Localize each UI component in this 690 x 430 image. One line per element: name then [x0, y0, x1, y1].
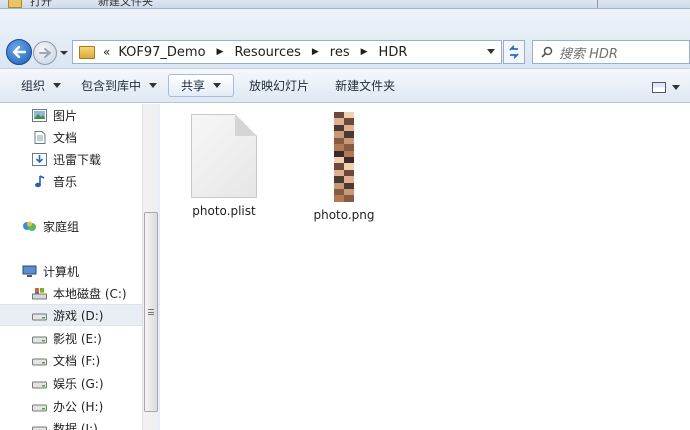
- drive-icon: [32, 358, 47, 365]
- slideshow-label: 放映幻灯片: [249, 79, 310, 93]
- nav-item-documents[interactable]: 文档: [0, 126, 142, 148]
- nav-item-label: 迅雷下载: [53, 152, 102, 167]
- drive-icon: [32, 381, 47, 388]
- nav-item-label: 图片: [53, 108, 78, 123]
- address-history-dropdown[interactable]: [487, 49, 495, 54]
- arrow-right-icon: [39, 48, 51, 58]
- grip-icon: [148, 309, 154, 315]
- pictures-icon: [32, 108, 47, 122]
- nav-item-music[interactable]: 音乐: [0, 170, 142, 192]
- nav-item-drive-h[interactable]: 办公 (H:): [0, 395, 142, 417]
- system-drive-icon: [32, 287, 47, 299]
- address-overflow-chevron[interactable]: «: [103, 45, 110, 59]
- top-strip-new-folder[interactable]: 新建文件夹: [98, 0, 153, 8]
- file-item-photo-png[interactable]: photo.png: [299, 112, 389, 222]
- homegroup-icon: [23, 221, 36, 231]
- nav-item-pictures[interactable]: 图片: [0, 104, 142, 126]
- folder-icon: [79, 45, 95, 59]
- breadcrumb-separator[interactable]: ▶: [361, 47, 368, 57]
- nav-item-homegroup[interactable]: 家庭组: [0, 215, 142, 237]
- share-button[interactable]: 共享: [168, 74, 235, 97]
- nav-scrollbar-thumb[interactable]: [144, 212, 158, 412]
- address-row: « KOF97_Demo ▶ Resources ▶ res ▶ HDR 搜索 …: [0, 9, 690, 68]
- chevron-down-icon: [53, 83, 62, 88]
- nav-item-label: 游戏 (D:): [53, 308, 104, 323]
- top-strip-divider: [597, 0, 607, 8]
- breadcrumb-kof97-demo[interactable]: KOF97_Demo: [118, 45, 205, 60]
- page-fold: [235, 114, 257, 136]
- breadcrumb-separator[interactable]: ▶: [217, 47, 224, 57]
- new-folder-button[interactable]: 新建文件夹: [326, 74, 404, 97]
- image-strip-icon: [334, 112, 354, 202]
- back-button[interactable]: [6, 39, 32, 65]
- refresh-icon: [509, 45, 519, 59]
- nav-item-drive-c[interactable]: 本地磁盘 (C:): [0, 282, 142, 304]
- nav-item-label: 文档: [53, 130, 78, 145]
- forward-button[interactable]: [33, 41, 57, 65]
- nav-item-computer[interactable]: 计算机: [0, 260, 142, 282]
- organize-button[interactable]: 组织: [12, 74, 70, 97]
- new-folder-label: 新建文件夹: [335, 79, 396, 93]
- nav-item-drive-g[interactable]: 娱乐 (G:): [0, 372, 142, 394]
- change-view-button[interactable]: [652, 77, 682, 97]
- chevron-down-icon: [213, 83, 222, 88]
- search-box[interactable]: 搜索 HDR: [532, 40, 690, 64]
- organize-label: 组织: [21, 79, 46, 93]
- breadcrumb-resources[interactable]: Resources: [234, 45, 300, 60]
- nav-item-label: 计算机: [43, 264, 80, 279]
- generic-file-icon: [191, 114, 257, 198]
- address-bar[interactable]: « KOF97_Demo ▶ Resources ▶ res ▶ HDR: [72, 40, 502, 64]
- nav-item-label: 办公 (H:): [53, 399, 104, 414]
- nav-item-label: 娱乐 (G:): [53, 376, 104, 391]
- command-bar: 组织 包含到库中 共享 放映幻灯片 新建文件夹: [0, 68, 690, 103]
- chevron-down-icon: [60, 51, 68, 55]
- file-name: photo.png: [313, 208, 375, 222]
- nav-item-drive-d[interactable]: 游戏 (D:): [0, 304, 142, 326]
- nav-item-drive-e[interactable]: 影视 (E:): [0, 327, 142, 349]
- file-item-photo-plist[interactable]: photo.plist: [179, 114, 269, 218]
- breadcrumb-hdr[interactable]: HDR: [379, 45, 408, 60]
- include-in-library-label: 包含到库中: [81, 79, 142, 93]
- drive-icon: [32, 313, 47, 320]
- file-name: photo.plist: [192, 204, 256, 218]
- nav-item-label: 音乐: [53, 174, 78, 189]
- search-icon: [541, 46, 553, 58]
- nav-item-drive-i[interactable]: 数据 (I:): [0, 417, 142, 430]
- include-in-library-button[interactable]: 包含到库中: [72, 74, 166, 97]
- drive-icon: [32, 336, 47, 343]
- view-icon: [652, 81, 666, 93]
- nav-item-label: 本地磁盘 (C:): [53, 286, 127, 301]
- breadcrumb-separator[interactable]: ▶: [312, 47, 319, 57]
- breadcrumb-res[interactable]: res: [330, 45, 350, 60]
- drive-icon: [32, 426, 47, 430]
- recent-pages-dropdown[interactable]: [59, 47, 69, 59]
- file-list[interactable]: photo.plist photo.png: [160, 104, 690, 430]
- drive-icon: [32, 404, 47, 411]
- nav-item-label: 文档 (F:): [53, 353, 101, 368]
- top-strip-open[interactable]: 打开: [30, 0, 52, 8]
- nav-scrollbar[interactable]: [142, 104, 158, 430]
- top-strip: 打开 新建文件夹: [0, 0, 690, 9]
- search-placeholder: 搜索 HDR: [559, 46, 618, 62]
- nav-item-label: 数据 (I:): [53, 421, 98, 430]
- nav-item-thunder-downloads[interactable]: 迅雷下载: [0, 148, 142, 170]
- open-icon: [8, 0, 22, 8]
- navigation-pane[interactable]: 图片 文档 迅雷下载 音乐 家庭组 计算机 本地磁盘 (C:) 游戏 (D:) …: [0, 104, 158, 430]
- chevron-down-icon: [672, 84, 680, 90]
- arrow-left-icon: [12, 46, 26, 58]
- chevron-down-icon: [149, 83, 158, 88]
- nav-item-drive-f[interactable]: 文档 (F:): [0, 349, 142, 371]
- download-icon: [32, 152, 47, 166]
- refresh-button[interactable]: [503, 40, 525, 64]
- documents-icon: [34, 130, 46, 144]
- nav-item-label: 影视 (E:): [53, 331, 102, 346]
- nav-item-label: 家庭组: [43, 219, 80, 234]
- slideshow-button[interactable]: 放映幻灯片: [240, 74, 318, 97]
- share-label: 共享: [181, 79, 206, 93]
- music-icon: [35, 174, 45, 187]
- computer-icon: [22, 265, 37, 277]
